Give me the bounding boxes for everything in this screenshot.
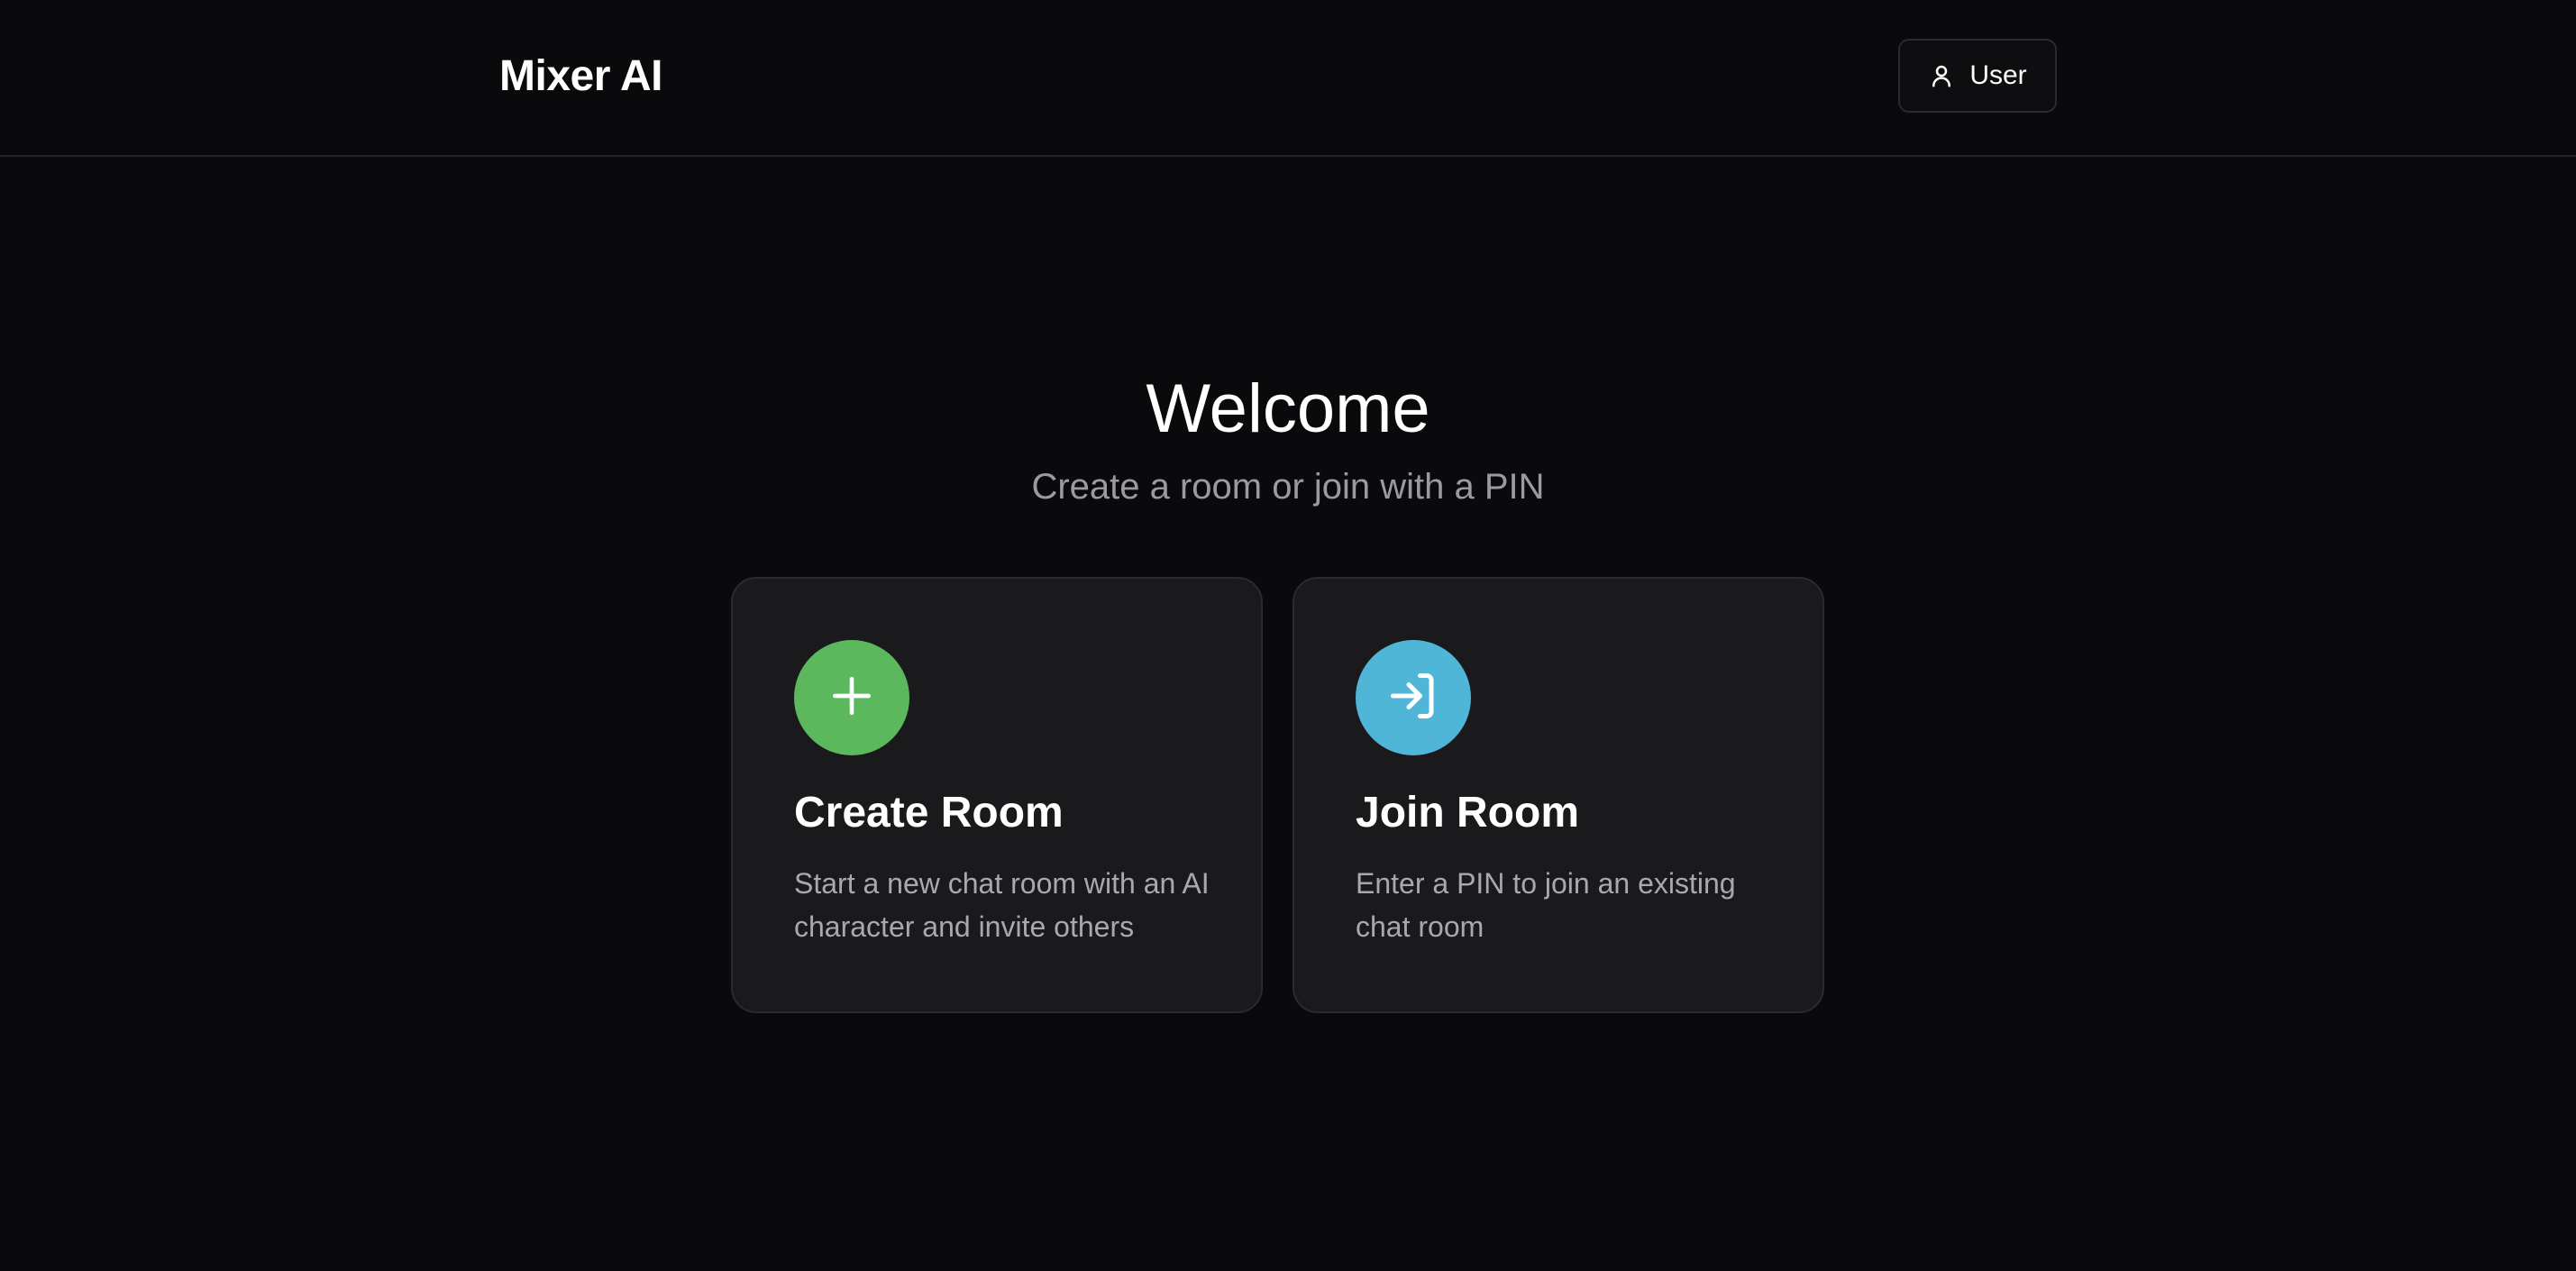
- user-button-label: User: [1969, 60, 2027, 90]
- create-room-title: Create Room: [794, 789, 1064, 837]
- welcome-subtitle: Create a room or join with a PIN: [1031, 467, 1545, 507]
- top-header: Mixer AI User: [0, 0, 2576, 157]
- join-room-title: Join Room: [1356, 789, 1579, 837]
- user-icon: [1928, 62, 1955, 89]
- welcome-heading: Welcome: [1146, 370, 1430, 447]
- join-room-description: Enter a PIN to join an existing chat roo…: [1356, 867, 1736, 943]
- brand-title[interactable]: Mixer AI: [499, 49, 662, 105]
- login-icon: [1386, 669, 1440, 727]
- user-button[interactable]: User: [1898, 39, 2057, 113]
- create-room-icon-circle: [794, 640, 909, 755]
- create-room-card[interactable]: Create Room Start a new chat room with a…: [731, 577, 1263, 1013]
- join-room-icon-circle: [1356, 640, 1471, 755]
- join-room-card[interactable]: Join Room Enter a PIN to join an existin…: [1293, 577, 1824, 1013]
- create-room-description: Start a new chat room with an AI charact…: [794, 867, 1210, 943]
- plus-icon: [827, 671, 877, 726]
